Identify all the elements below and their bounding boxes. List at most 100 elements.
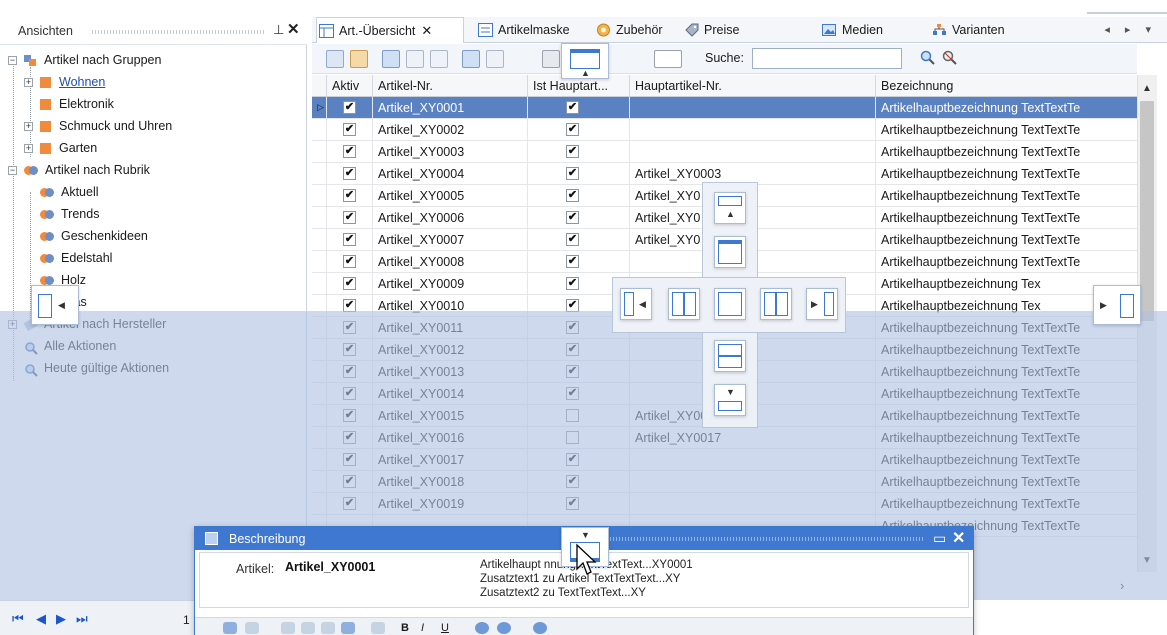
ist-hauptartikel-checkbox[interactable]: ✔ bbox=[566, 123, 579, 136]
dock-center-top-button[interactable]: ▲ bbox=[714, 192, 746, 224]
hauptartikel-nr-cell[interactable] bbox=[630, 97, 876, 119]
artikel-nr-cell[interactable]: Artikel_XY0010 bbox=[373, 295, 528, 317]
tab-scroll-controls[interactable]: ◂ ▸ ▾ bbox=[1104, 23, 1157, 36]
ist-hauptartikel-checkbox[interactable]: ✔ bbox=[566, 211, 579, 224]
table-row[interactable]: ✔ Artikel_XY0019 ✔ Artikelhauptbezeichnung … bbox=[312, 493, 1138, 515]
ist-hauptartikel-checkbox[interactable]: ✔ bbox=[566, 475, 579, 488]
scroll-down-icon[interactable]: ▼ bbox=[1142, 555, 1152, 566]
ist-hauptartikel-checkbox[interactable]: ✔ bbox=[566, 189, 579, 202]
bezeichnung-cell[interactable]: Artikelhauptbezeichnung TextTextTe bbox=[876, 207, 1138, 229]
tab-varianten[interactable]: Varianten bbox=[930, 17, 1005, 43]
hauptartikel-nr-cell[interactable] bbox=[630, 119, 876, 141]
row-selector[interactable] bbox=[312, 361, 327, 383]
bezeichnung-cell[interactable]: Artikelhauptbezeichnung TextTextTe bbox=[876, 251, 1138, 273]
aktiv-checkbox[interactable]: ✔ bbox=[343, 409, 356, 422]
tab-preise[interactable]: Preise bbox=[682, 17, 739, 43]
tree-item-heute-gueltige-aktionen[interactable]: Heute gültige Aktionen bbox=[24, 357, 169, 379]
aktiv-checkbox[interactable]: ✔ bbox=[343, 387, 356, 400]
aktiv-checkbox[interactable]: ✔ bbox=[343, 101, 356, 114]
bezeichnung-cell[interactable]: Artikelhauptbezeichnung TextTextTe bbox=[876, 449, 1138, 471]
bezeichnung-cell[interactable]: Artikelhauptbezeichnung TextTextTe bbox=[876, 163, 1138, 185]
table-row[interactable]: ✔ Artikel_XY0016 Artikel_XY0017 Artikelhaup… bbox=[312, 427, 1138, 449]
ist-hauptartikel-checkbox[interactable] bbox=[566, 409, 579, 422]
ist-hauptartikel-checkbox[interactable]: ✔ bbox=[566, 145, 579, 158]
tree-item-aktuell[interactable]: Aktuell bbox=[40, 181, 99, 203]
expand-icon[interactable]: + bbox=[24, 144, 33, 154]
table-row[interactable]: ✔ Artikel_XY0001 ✔ Artikelhauptbezeichnung … bbox=[312, 97, 1138, 119]
aktiv-checkbox[interactable]: ✔ bbox=[343, 497, 356, 510]
dock-center-bottom-half-button[interactable] bbox=[714, 340, 746, 372]
bold-icon[interactable]: B bbox=[401, 622, 415, 634]
edit-icon[interactable] bbox=[350, 50, 368, 68]
artikel-nr-cell[interactable]: Artikel_XY0004 bbox=[373, 163, 528, 185]
tree-structure-icon[interactable] bbox=[406, 50, 424, 68]
clear-search-icon[interactable] bbox=[942, 50, 960, 68]
artikel-nr-cell[interactable]: Artikel_XY0007 bbox=[373, 229, 528, 251]
artikel-nr-cell[interactable]: Artikel_XY0011 bbox=[373, 317, 528, 339]
save-icon[interactable] bbox=[223, 622, 237, 634]
aktiv-checkbox[interactable]: ✔ bbox=[343, 299, 356, 312]
row-selector[interactable] bbox=[312, 141, 327, 163]
row-selector[interactable] bbox=[312, 493, 327, 515]
previous-record-icon[interactable]: ◀ bbox=[36, 611, 46, 627]
ist-hauptartikel-checkbox[interactable]: ✔ bbox=[566, 365, 579, 378]
aktiv-checkbox[interactable]: ✔ bbox=[343, 189, 356, 202]
search-icon[interactable] bbox=[920, 50, 938, 68]
row-selector[interactable] bbox=[312, 471, 327, 493]
tree-item-artikel-nach-gruppen[interactable]: − Artikel nach Gruppen bbox=[8, 49, 161, 71]
maximize-button[interactable]: ▭ bbox=[933, 530, 946, 547]
tree-item-alle-aktionen[interactable]: Alle Aktionen bbox=[24, 335, 116, 357]
ist-hauptartikel-checkbox[interactable]: ✔ bbox=[566, 497, 579, 510]
aktiv-checkbox[interactable]: ✔ bbox=[343, 233, 356, 246]
ist-hauptartikel-checkbox[interactable]: ✔ bbox=[566, 343, 579, 356]
tree-item-edelstahl[interactable]: Edelstahl bbox=[40, 247, 112, 269]
column-header-artikel-nr[interactable]: Artikel-Nr. bbox=[373, 75, 528, 97]
bezeichnung-cell[interactable]: Artikelhauptbezeichnung TextTextTe bbox=[876, 493, 1138, 515]
ist-hauptartikel-checkbox[interactable]: ✔ bbox=[566, 167, 579, 180]
ist-hauptartikel-checkbox[interactable]: ✔ bbox=[566, 299, 579, 312]
font-color-icon[interactable] bbox=[475, 622, 489, 634]
last-record-icon[interactable]: ⏭ bbox=[76, 611, 88, 627]
window-drag-grip[interactable] bbox=[565, 537, 925, 541]
artikel-nr-cell[interactable]: Artikel_XY0019 bbox=[373, 493, 528, 515]
artikel-nr-cell[interactable]: Artikel_XY0005 bbox=[373, 185, 528, 207]
row-selector[interactable] bbox=[312, 273, 327, 295]
tab-artikel-uebersicht[interactable]: Art.-Übersicht ✕ bbox=[316, 17, 464, 43]
tree-item-trends[interactable]: Trends bbox=[40, 203, 99, 225]
hauptartikel-nr-cell[interactable] bbox=[630, 493, 876, 515]
bezeichnung-cell[interactable]: Artikelhauptbezeichnung TextTextTe bbox=[876, 383, 1138, 405]
dock-center-right-half-button[interactable] bbox=[760, 288, 792, 320]
expand-icon[interactable]: + bbox=[24, 122, 33, 132]
scroll-right-icon[interactable]: › bbox=[1120, 578, 1124, 593]
search-input[interactable] bbox=[752, 48, 902, 69]
hierarchy-icon[interactable] bbox=[430, 50, 448, 68]
artikel-nr-cell[interactable]: Artikel_XY0002 bbox=[373, 119, 528, 141]
copy-icon[interactable] bbox=[301, 622, 315, 634]
artikel-nr-cell[interactable]: Artikel_XY0003 bbox=[373, 141, 528, 163]
ist-hauptartikel-checkbox[interactable]: ✔ bbox=[566, 233, 579, 246]
row-selector[interactable] bbox=[312, 405, 327, 427]
aktiv-checkbox[interactable]: ✔ bbox=[343, 321, 356, 334]
collapse-icon[interactable]: − bbox=[8, 166, 17, 176]
artikel-nr-cell[interactable]: Artikel_XY0006 bbox=[373, 207, 528, 229]
underline-icon[interactable]: U bbox=[441, 622, 455, 634]
bezeichnung-cell[interactable]: Artikelhauptbezeichnung TextTextTe bbox=[876, 361, 1138, 383]
bezeichnung-cell[interactable]: Artikelhauptbezeichnung TextTextTe bbox=[876, 119, 1138, 141]
dock-center-bottom-button[interactable]: ▼ bbox=[714, 384, 746, 416]
artikel-nr-cell[interactable]: Artikel_XY0001 bbox=[373, 97, 528, 119]
column-header-hauptartikel-nr[interactable]: Hauptartikel-Nr. bbox=[630, 75, 876, 97]
artikel-nr-cell[interactable]: Artikel_XY0015 bbox=[373, 405, 528, 427]
aktiv-checkbox[interactable]: ✔ bbox=[343, 431, 356, 444]
next-record-icon[interactable]: ▶ bbox=[56, 611, 66, 627]
ist-hauptartikel-checkbox[interactable] bbox=[566, 431, 579, 444]
aktiv-checkbox[interactable]: ✔ bbox=[343, 453, 356, 466]
collapse-icon[interactable]: − bbox=[8, 56, 17, 66]
bezeichnung-cell[interactable]: Artikelhauptbezeichnung TextTextTe bbox=[876, 229, 1138, 251]
artikel-nr-cell[interactable]: Artikel_XY0014 bbox=[373, 383, 528, 405]
hauptartikel-nr-cell[interactable] bbox=[630, 449, 876, 471]
table-row[interactable]: ✔ Artikel_XY0018 ✔ Artikelhauptbezeichnung … bbox=[312, 471, 1138, 493]
options-dropdown-button[interactable] bbox=[654, 50, 682, 68]
table-icon[interactable] bbox=[341, 622, 355, 634]
artikel-nr-cell[interactable]: Artikel_XY0013 bbox=[373, 361, 528, 383]
row-selector[interactable] bbox=[312, 251, 327, 273]
